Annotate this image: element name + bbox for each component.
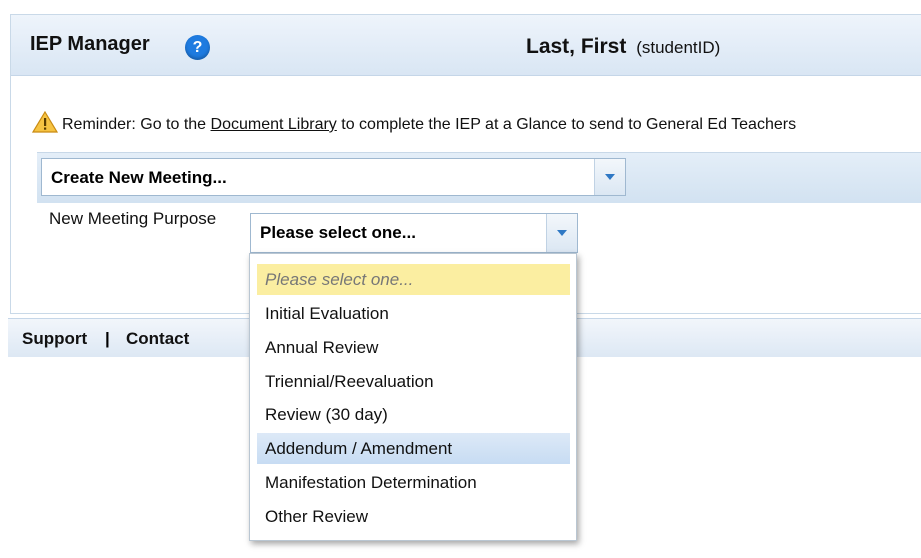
- create-meeting-select[interactable]: Create New Meeting...: [41, 158, 626, 196]
- meeting-purpose-select[interactable]: Please select one...: [250, 213, 578, 253]
- meeting-toolbar: Create New Meeting...: [37, 152, 921, 203]
- option-placeholder[interactable]: Please select one...: [257, 264, 570, 295]
- student-name: Last, First: [526, 35, 627, 58]
- contact-link[interactable]: Contact: [126, 329, 189, 349]
- student-heading: Last, First (studentID): [526, 35, 720, 59]
- header-bar: IEP Manager ? Last, First (studentID): [11, 15, 921, 76]
- reminder-suffix: to complete the IEP at a Glance to send …: [341, 116, 797, 133]
- option-triennial-reevaluation[interactable]: Triennial/Reevaluation: [257, 366, 570, 397]
- warning-icon: [32, 111, 58, 133]
- student-id: (studentID): [636, 38, 721, 57]
- app-title: IEP Manager: [30, 33, 150, 55]
- option-initial-evaluation[interactable]: Initial Evaluation: [257, 298, 570, 329]
- option-other-review[interactable]: Other Review: [257, 501, 570, 532]
- footer-separator: |: [105, 329, 110, 348]
- document-library-link[interactable]: Document Library: [211, 116, 337, 133]
- create-meeting-dropdown-button[interactable]: [594, 159, 625, 195]
- option-annual-review[interactable]: Annual Review: [257, 332, 570, 363]
- reminder-message: Reminder: Go to the Document Library to …: [32, 111, 796, 134]
- support-link[interactable]: Support: [22, 329, 87, 349]
- option-review-30-day[interactable]: Review (30 day): [257, 399, 570, 430]
- meeting-purpose-label: New Meeting Purpose: [49, 209, 217, 228]
- help-icon[interactable]: ?: [185, 35, 210, 60]
- meeting-purpose-options: Please select one... Initial Evaluation …: [249, 253, 577, 541]
- option-addendum-amendment[interactable]: Addendum / Amendment: [257, 433, 570, 464]
- create-meeting-value: Create New Meeting...: [51, 168, 227, 187]
- chevron-down-icon: [605, 174, 615, 180]
- reminder-prefix: Reminder: Go to the: [62, 116, 207, 133]
- meeting-purpose-value: Please select one...: [260, 223, 416, 242]
- meeting-purpose-dropdown-button[interactable]: [546, 214, 577, 252]
- option-manifestation-determination[interactable]: Manifestation Determination: [257, 467, 570, 498]
- chevron-down-icon: [557, 230, 567, 236]
